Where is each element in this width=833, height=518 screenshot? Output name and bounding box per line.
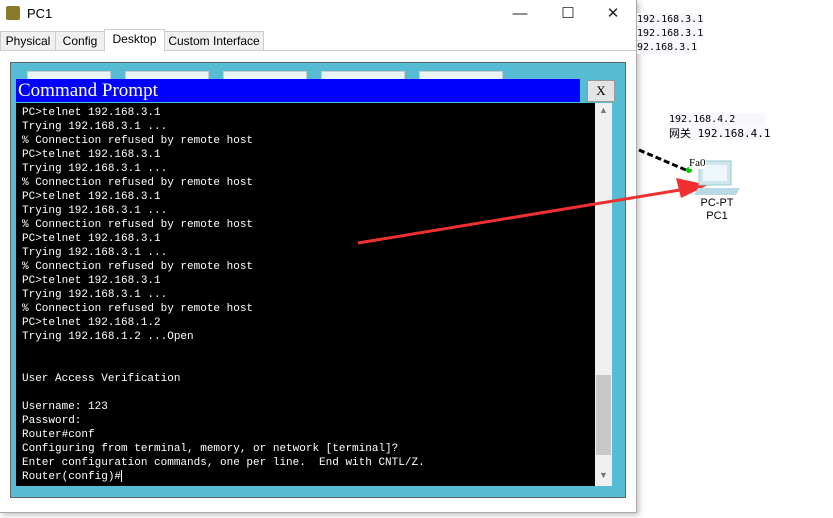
topology-overlay (357, 148, 740, 245)
port-label: Fa0 (689, 157, 706, 169)
annotation-arrow (357, 188, 681, 245)
network-link (638, 148, 687, 172)
device-name-label[interactable]: PC1 (690, 210, 744, 222)
device-type-label: PC-PT (700, 197, 734, 209)
